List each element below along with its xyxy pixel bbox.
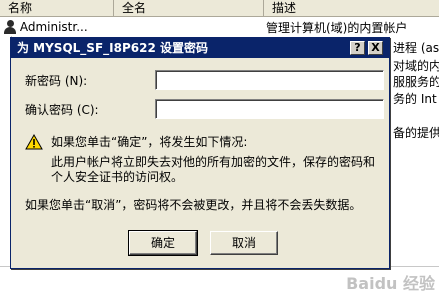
close-button[interactable]: X bbox=[368, 41, 383, 55]
desc-fragment: 对域的内 bbox=[393, 59, 439, 73]
ok-button[interactable]: 确定 bbox=[128, 230, 198, 256]
dialog-titlebar[interactable]: 为 MYSQL_SF_I8P622 设置密码 ? X bbox=[11, 38, 389, 58]
warning-heading: 如果您单击“确定”，将发生如下情况: bbox=[51, 135, 248, 149]
list-item[interactable]: Administr... 管理计算机(域)的内置帐户 bbox=[0, 17, 439, 37]
new-password-label: 新密码 (N): bbox=[25, 74, 88, 88]
desc-fragment: 进程 (as bbox=[393, 41, 439, 55]
set-password-dialog: 为 MYSQL_SF_I8P622 设置密码 ? X 新密码 (N): 确认密码… bbox=[10, 37, 390, 269]
warning-line-2: 个人安全证书的访问权。 bbox=[51, 170, 184, 184]
confirm-password-label: 确认密码 (C): bbox=[25, 103, 99, 117]
desc-fragment: 务的 Int bbox=[393, 92, 437, 106]
confirm-password-field[interactable] bbox=[155, 99, 384, 119]
desc-fragment: 备的提供 bbox=[393, 126, 439, 140]
column-header-fullname[interactable]: 全名 bbox=[114, 0, 264, 17]
cancel-note: 如果您单击“取消”，密码将不会被更改，并且将不会丢失数据。 bbox=[25, 198, 362, 212]
user-icon bbox=[3, 20, 17, 34]
warning-icon bbox=[25, 134, 43, 150]
help-button[interactable]: ? bbox=[350, 41, 365, 55]
dialog-title: 为 MYSQL_SF_I8P622 设置密码 bbox=[17, 41, 208, 55]
user-description: 管理计算机(域)的内置帐户 bbox=[266, 20, 408, 35]
column-header-description[interactable]: 描述 bbox=[264, 0, 439, 17]
watermark-logo: Baidu 经验 bbox=[346, 274, 435, 293]
user-name: Administr... bbox=[19, 20, 88, 34]
new-password-field[interactable] bbox=[155, 70, 384, 90]
cancel-button[interactable]: 取消 bbox=[210, 231, 278, 255]
desc-fragment: 服服务的 bbox=[393, 75, 439, 89]
list-header: 名称 全名 描述 bbox=[0, 0, 439, 17]
column-header-name[interactable]: 名称 bbox=[0, 0, 114, 17]
